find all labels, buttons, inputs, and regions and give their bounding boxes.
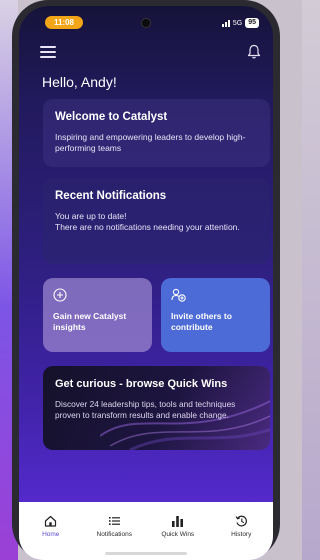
signal-icon — [221, 19, 230, 27]
welcome-title: Welcome to Catalyst — [55, 111, 168, 123]
bottom-navigation: Home Notifications Quick Wins History — [19, 502, 273, 560]
quick-wins-card[interactable]: Get curious - browse Quick Wins Discover… — [43, 366, 270, 450]
status-indicators: 5G 95 — [221, 17, 259, 29]
invite-others-button[interactable]: Invite others to contribute — [161, 278, 270, 352]
system-home-indicator — [105, 552, 187, 555]
battery-indicator: 95 — [245, 18, 259, 28]
hamburger-menu-icon[interactable] — [40, 46, 56, 58]
phone-frame: 11:08 5G 95 Hello, Andy! Welcome to Cata… — [12, 0, 280, 560]
quick-wins-title: Get curious - browse Quick Wins — [55, 378, 228, 390]
status-time: 11:08 — [45, 16, 83, 29]
nav-home[interactable]: Home — [23, 515, 79, 538]
home-icon — [45, 515, 57, 527]
nav-history[interactable]: History — [213, 515, 269, 538]
gain-insights-label: Gain new Catalyst insights — [53, 311, 127, 332]
greeting-text: Hello, Andy! — [42, 74, 117, 90]
plus-circle-icon — [53, 288, 67, 302]
history-icon — [235, 515, 247, 527]
notifications-detail: There are no notifications needing your … — [55, 222, 240, 232]
invite-users-icon — [171, 288, 186, 302]
bar-chart-icon — [172, 516, 184, 527]
status-bar: 11:08 5G 95 — [19, 16, 273, 30]
welcome-text: Inspiring and empowering leaders to deve… — [55, 132, 246, 153]
nav-history-label: History — [231, 531, 252, 538]
nav-quick-wins-label: Quick Wins — [161, 531, 195, 538]
front-camera — [141, 18, 151, 28]
list-icon — [108, 517, 120, 525]
network-label: 5G — [232, 19, 243, 27]
nav-notifications[interactable]: Notifications — [86, 515, 142, 538]
app-screen: 11:08 5G 95 Hello, Andy! Welcome to Cata… — [19, 6, 273, 560]
nav-notifications-label: Notifications — [96, 531, 132, 538]
quick-wins-text: Discover 24 leadership tips, tools and t… — [55, 399, 236, 420]
bell-icon[interactable] — [247, 44, 261, 60]
nav-quick-wins[interactable]: Quick Wins — [150, 515, 206, 538]
background-right — [302, 0, 320, 560]
notifications-card[interactable]: Recent Notifications You are up to date!… — [43, 178, 270, 264]
notifications-title: Recent Notifications — [55, 190, 167, 202]
nav-home-label: Home — [42, 531, 60, 538]
invite-others-label: Invite others to contribute — [171, 311, 232, 332]
notifications-status: You are up to date! — [55, 211, 127, 221]
gain-insights-button[interactable]: Gain new Catalyst insights — [43, 278, 152, 352]
welcome-card: Welcome to Catalyst Inspiring and empowe… — [43, 99, 270, 167]
